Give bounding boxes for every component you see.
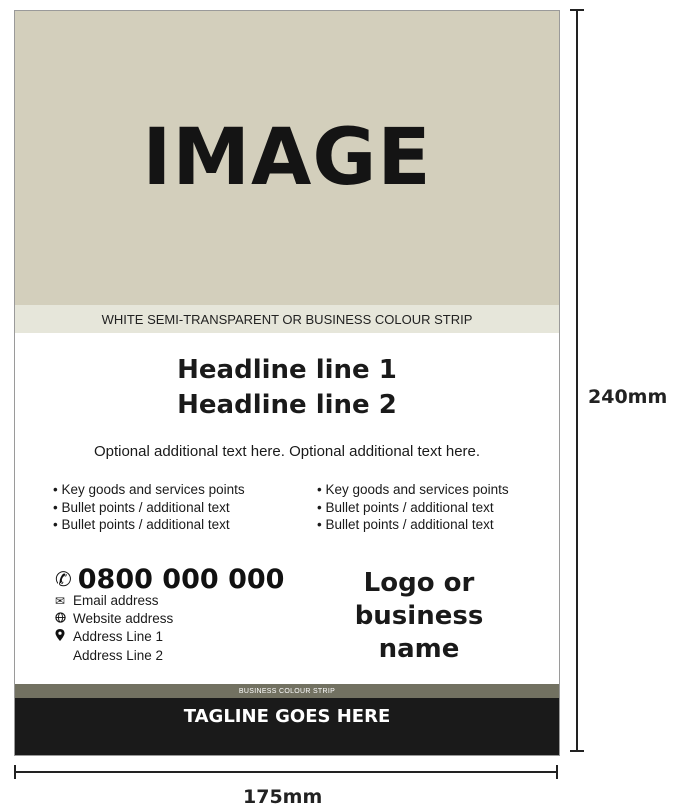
phone-number: 0800 000 000: [77, 564, 285, 595]
phone-icon: ✆: [55, 569, 72, 591]
image-label: IMAGE: [142, 113, 432, 203]
address-line-2: Address Line 2: [73, 648, 164, 663]
list-item: Bullet points / additional text: [317, 516, 509, 534]
height-dimension-cap-bottom: [570, 750, 584, 752]
tagline: TAGLINE GOES HERE: [183, 706, 391, 727]
list-item: Bullet points / additional text: [317, 499, 509, 517]
headline-line-1: Headline line 1: [177, 355, 397, 385]
bottom-colour-strip: BUSINESS COLOUR STRIP: [15, 684, 559, 698]
globe-icon: [55, 611, 73, 626]
list-item: Bullet points / additional text: [53, 516, 245, 534]
list-item: Bullet points / additional text: [53, 499, 245, 517]
tagline-bar: TAGLINE GOES HERE: [15, 698, 559, 755]
envelope-icon: ✉: [55, 593, 66, 608]
top-colour-strip: WHITE SEMI-TRANSPARENT OR BUSINESS COLOU…: [15, 305, 559, 333]
width-dimension-cap-right: [556, 765, 558, 779]
logo-placeholder: Logo or business name: [354, 568, 484, 664]
optional-text: Optional additional text here. Optional …: [93, 443, 481, 460]
website-address: Website address: [73, 611, 174, 626]
flyer-card: IMAGE WHITE SEMI-TRANSPARENT OR BUSINESS…: [14, 10, 560, 756]
map-pin-icon: [55, 629, 73, 644]
list-item: Key goods and services points: [53, 481, 244, 499]
website-row: Website address: [55, 611, 173, 626]
headline-line-2: Headline line 2: [177, 390, 397, 420]
bullet-list-right: Key goods and services points Bullet poi…: [317, 481, 509, 534]
address-line-1: Address Line 1: [73, 629, 164, 644]
address-row-2: Address Line 2: [55, 648, 163, 663]
height-dimension-line: [576, 10, 578, 752]
email-row: ✉ Email address: [55, 593, 159, 608]
address-row: Address Line 1: [55, 629, 163, 644]
bullet-list-left: Key goods and services points Bullet poi…: [53, 481, 245, 534]
email-address: Email address: [73, 593, 159, 608]
phone-row: ✆ 0800 000 000: [55, 564, 284, 595]
height-dimension-label: 240mm: [588, 386, 668, 408]
list-item: Key goods and services points: [317, 481, 508, 499]
image-placeholder: IMAGE: [15, 11, 559, 305]
width-dimension-label: 175mm: [243, 786, 323, 808]
width-dimension-line: [14, 771, 558, 773]
